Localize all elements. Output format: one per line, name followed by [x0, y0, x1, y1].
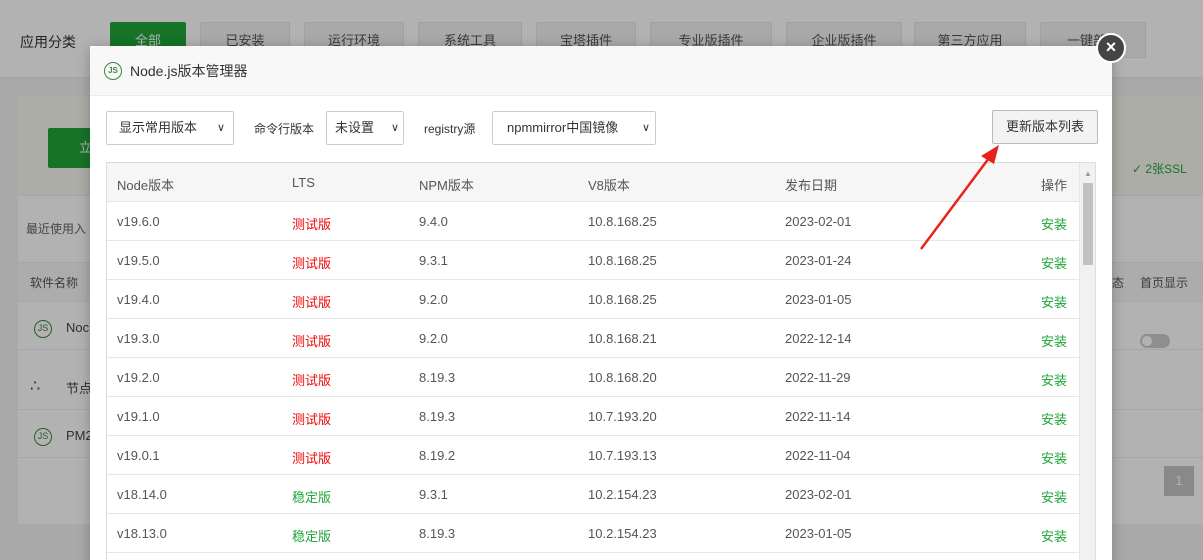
table-row: v18.13.0 稳定版 8.19.3 10.2.154.23 2023-01-…: [107, 514, 1079, 553]
install-link[interactable]: 安装: [1041, 526, 1067, 545]
install-link[interactable]: 安装: [1041, 292, 1067, 311]
table-row: v19.3.0 测试版 9.2.0 10.8.168.21 2022-12-14…: [107, 319, 1079, 358]
cell-npm-version: 9.3.1: [419, 253, 448, 268]
cell-lts: 稳定版: [292, 490, 332, 505]
cell-lts: 测试版: [292, 373, 332, 388]
cell-npm-version: 8.19.3: [419, 409, 456, 424]
registry-select[interactable]: npmmirror中国镜像 ∨: [492, 111, 656, 145]
cell-lts: 测试版: [292, 334, 332, 349]
cell-node-version: v19.5.0: [117, 253, 160, 268]
install-link[interactable]: 安装: [1041, 448, 1067, 467]
version-filter-select[interactable]: 显示常用版本 ∨: [106, 111, 234, 145]
table-row: v19.0.1 测试版 8.19.2 10.7.193.13 2022-11-0…: [107, 436, 1079, 475]
cell-node-version: v18.13.0: [117, 526, 167, 541]
table-row: v19.6.0 测试版 9.4.0 10.8.168.25 2023-02-01…: [107, 202, 1079, 241]
cell-v8-version: 10.8.168.25: [588, 292, 657, 307]
install-link[interactable]: 安装: [1041, 214, 1067, 233]
cell-release-date: 2023-01-05: [785, 292, 852, 307]
cell-v8-version: 10.2.154.23: [588, 487, 657, 502]
version-table: Node版本 LTS NPM版本 V8版本 发布日期 操作 v19.6.0 测试…: [106, 162, 1096, 560]
cell-node-version: v19.0.1: [117, 448, 160, 463]
cell-v8-version: 10.2.154.23: [588, 526, 657, 541]
cell-npm-version: 8.19.2: [419, 448, 456, 463]
col-lts: LTS: [292, 175, 315, 190]
cell-release-date: 2023-02-01: [785, 487, 852, 502]
cell-v8-version: 10.7.193.20: [588, 409, 657, 424]
cell-npm-version: 9.3.1: [419, 487, 448, 502]
cell-release-date: 2023-02-01: [785, 214, 852, 229]
cell-lts: 测试版: [292, 256, 332, 271]
cell-node-version: v19.2.0: [117, 370, 160, 385]
cli-version-label: 命令行版本: [254, 122, 315, 136]
cell-release-date: 2022-11-04: [785, 448, 851, 463]
cell-lts: 测试版: [292, 217, 332, 232]
chevron-down-icon: ∨: [390, 122, 399, 134]
cell-npm-version: 9.2.0: [419, 292, 448, 307]
scrollbar-thumb[interactable]: [1083, 183, 1093, 265]
table-header: Node版本 LTS NPM版本 V8版本 发布日期 操作: [107, 163, 1079, 202]
install-link[interactable]: 安装: [1041, 487, 1067, 506]
install-link[interactable]: 安装: [1041, 253, 1067, 272]
version-filter-value: 显示常用版本: [119, 120, 198, 135]
cell-v8-version: 10.7.193.13: [588, 448, 657, 463]
cell-lts: 测试版: [292, 451, 332, 466]
cell-npm-version: 8.19.3: [419, 370, 456, 385]
cell-node-version: v19.3.0: [117, 331, 160, 346]
table-row: v19.5.0 测试版 9.3.1 10.8.168.25 2023-01-24…: [107, 241, 1079, 280]
col-action: 操作: [1041, 178, 1068, 193]
cell-v8-version: 10.8.168.25: [588, 253, 657, 268]
cell-lts: 测试版: [292, 295, 332, 310]
dialog-toolbar: 显示常用版本 ∨ 命令行版本 未设置 ∨ registry源 npmmirror…: [106, 110, 1098, 145]
cell-npm-version: 9.4.0: [419, 214, 448, 229]
chevron-down-icon: ∨: [216, 122, 225, 134]
cell-npm-version: 9.2.0: [419, 331, 448, 346]
table-row: v19.2.0 测试版 8.19.3 10.8.168.20 2022-11-2…: [107, 358, 1079, 397]
cell-npm-version: 8.19.3: [419, 526, 456, 541]
cell-v8-version: 10.8.168.20: [588, 370, 657, 385]
cell-v8-version: 10.8.168.21: [588, 331, 657, 346]
scroll-up-arrow-icon[interactable]: ▲: [1084, 169, 1092, 178]
cell-lts: 稳定版: [292, 529, 332, 544]
nodejs-version-manager-dialog: JS Node.js版本管理器 显示常用版本 ∨ 命令行版本 未设置 ∨ reg…: [90, 46, 1112, 560]
cell-release-date: 2022-11-14: [785, 409, 851, 424]
chevron-down-icon: ∨: [641, 122, 650, 134]
registry-value: npmmirror中国镜像: [507, 120, 619, 135]
cli-version-select[interactable]: 未设置 ∨: [326, 111, 404, 145]
cell-v8-version: 10.8.168.25: [588, 214, 657, 229]
cell-release-date: 2023-01-24: [785, 253, 852, 268]
registry-label: registry源: [424, 122, 476, 136]
install-link[interactable]: 安装: [1041, 370, 1067, 389]
col-v8-version: V8版本: [588, 178, 630, 193]
install-link[interactable]: 安装: [1041, 331, 1067, 350]
nodejs-icon: JS: [104, 61, 122, 80]
table-scrollbar[interactable]: ▲: [1079, 163, 1095, 560]
cell-node-version: v19.4.0: [117, 292, 160, 307]
table-row: v19.4.0 测试版 9.2.0 10.8.168.25 2023-01-05…: [107, 280, 1079, 319]
close-dialog-button[interactable]: ×: [1096, 33, 1126, 63]
col-release-date: 发布日期: [785, 178, 838, 193]
cell-node-version: v19.1.0: [117, 409, 160, 424]
cell-release-date: 2023-01-05: [785, 526, 852, 541]
table-row: v19.1.0 测试版 8.19.3 10.7.193.20 2022-11-1…: [107, 397, 1079, 436]
cell-node-version: v18.14.0: [117, 487, 167, 502]
cell-release-date: 2022-12-14: [785, 331, 852, 346]
cell-release-date: 2022-11-29: [785, 370, 851, 385]
col-node-version: Node版本: [117, 178, 175, 193]
install-link[interactable]: 安装: [1041, 409, 1067, 428]
cell-node-version: v19.6.0: [117, 214, 160, 229]
col-npm-version: NPM版本: [419, 178, 474, 193]
cell-lts: 测试版: [292, 412, 332, 427]
update-version-list-button[interactable]: 更新版本列表: [992, 110, 1098, 144]
cli-version-value: 未设置: [335, 120, 375, 135]
dialog-title: Node.js版本管理器: [130, 62, 248, 79]
table-row: v18.14.0 稳定版 9.3.1 10.2.154.23 2023-02-0…: [107, 475, 1079, 514]
dialog-header: JS Node.js版本管理器: [90, 46, 1112, 96]
